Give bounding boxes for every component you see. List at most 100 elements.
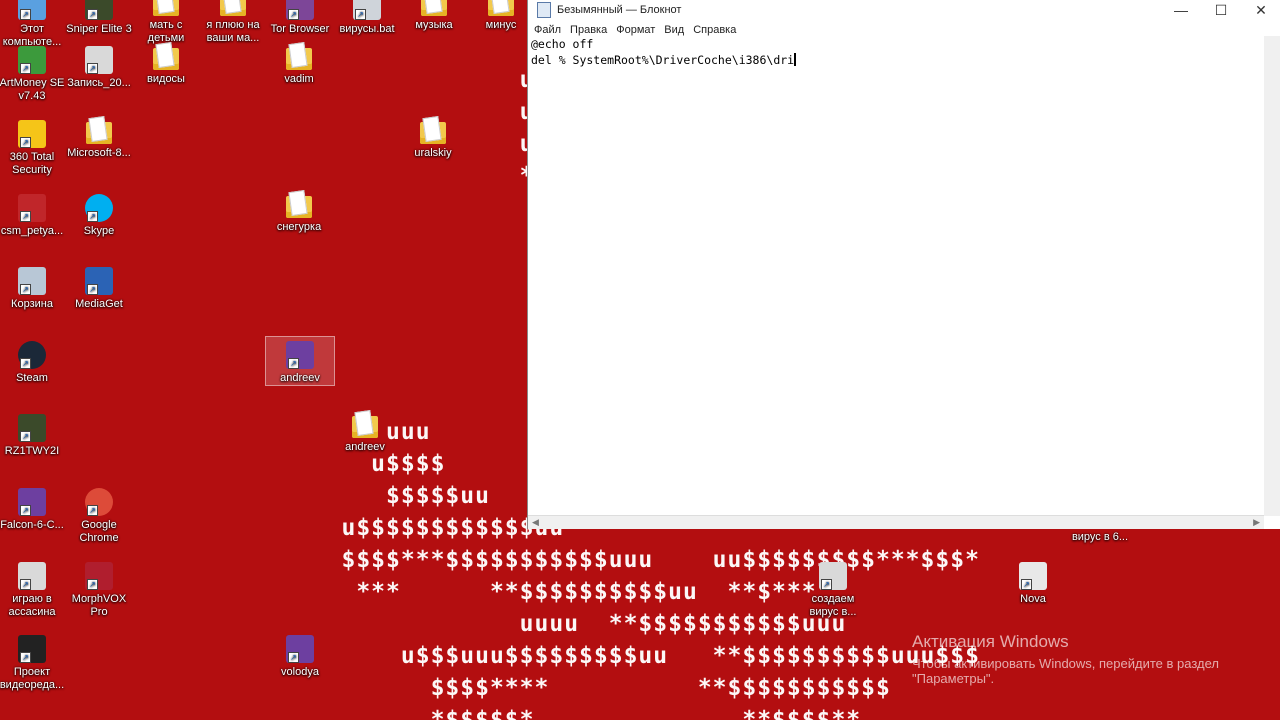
desktop-icon-minus[interactable]: минус xyxy=(467,0,535,32)
desktop-icon-mediaget[interactable]: ↗ MediaGet xyxy=(65,263,133,311)
bat-file-icon: ↗ xyxy=(353,0,381,20)
desktop-icon-label: Google Chrome xyxy=(79,519,119,544)
desktop-icon-label: volodya xyxy=(281,666,319,678)
desktop-icon-sniper[interactable]: ↗ Sniper Elite 3 xyxy=(65,0,133,36)
game-icon: ↗ xyxy=(85,0,113,20)
desktop-icon-snegurka[interactable]: снегурка xyxy=(265,190,333,234)
notepad-window[interactable]: Безымянный — Блокнот — ☐ ✕ Файл Правка Ф… xyxy=(527,0,1280,529)
desktop-icon-tor[interactable]: ↗ Tor Browser xyxy=(266,0,334,36)
text-line-1: @echo off xyxy=(531,37,594,51)
notepad-title: Безымянный — Блокнот xyxy=(557,4,682,16)
shortcut-arrow-icon: ↗ xyxy=(20,505,31,516)
desktop-icon-label: csm_petya... xyxy=(0,225,64,237)
desktop-icon-zapis[interactable]: ↗ Запись_20... xyxy=(65,42,133,90)
desktop-icon-csm[interactable]: ↗ csm_petya... xyxy=(0,190,66,238)
vertical-scrollbar[interactable] xyxy=(1264,36,1280,516)
desktop-icon-label: минус xyxy=(485,19,517,31)
desktop-icon-skype[interactable]: ↗ Skype xyxy=(65,190,133,238)
notepad-title-bar[interactable]: Безымянный — Блокнот — ☐ ✕ xyxy=(528,0,1280,20)
shortcut-arrow-icon: ↗ xyxy=(288,9,299,20)
desktop-icon-andreev-folder[interactable]: andreev xyxy=(331,410,399,454)
desktop-icon-proekt[interactable]: ↗ Проект видеореда... xyxy=(0,631,66,692)
desktop-icon-label: Sniper Elite 3 xyxy=(66,23,132,35)
desktop-icon-label: vadim xyxy=(284,73,314,85)
desktop-icon-label: Steam xyxy=(16,372,48,384)
activation-watermark: Активация Windows Чтобы активировать Win… xyxy=(912,632,1280,686)
desktop-icon-nova[interactable]: ↗ Nova xyxy=(999,558,1067,606)
notepad-text-area[interactable]: @echo off del % SystemRoot%\DriverCoche\i… xyxy=(531,36,1263,516)
desktop-icon-label: Skype xyxy=(83,225,115,237)
shortcut-arrow-icon: ↗ xyxy=(87,9,98,20)
shortcut-arrow-icon: ↗ xyxy=(87,505,98,516)
nova-icon: ↗ xyxy=(1019,562,1047,590)
shortcut-arrow-icon: ↗ xyxy=(355,9,366,20)
desktop-icon-igrayu[interactable]: ↗ играю в ассасина xyxy=(0,558,66,619)
desktop-icon-label: andreev xyxy=(280,372,320,384)
folder-icon xyxy=(286,48,312,70)
maximize-icon[interactable]: ☐ xyxy=(1201,2,1241,19)
desktop-icon-label: Проект видеореда... xyxy=(0,666,65,691)
desktop-icon-falcon[interactable]: ↗ Falcon-6-C... xyxy=(0,484,66,532)
game-icon: ↗ xyxy=(18,414,46,442)
archive-icon: ↗ xyxy=(286,341,314,369)
folder-icon xyxy=(286,196,312,218)
desktop-icon-artmoney[interactable]: ↗ ArtMoney SE v7.43 xyxy=(0,42,66,103)
artmoney-icon: ↗ xyxy=(18,46,46,74)
text-line-2: del % SystemRoot%\DriverCoche\i386\dri xyxy=(531,52,1263,68)
archive-icon: ↗ xyxy=(286,635,314,663)
minimize-icon[interactable]: — xyxy=(1161,2,1201,18)
desktop-icon-label: создаем вирус в... xyxy=(809,593,857,618)
desktop-icon-label: MorphVOX Pro xyxy=(71,593,127,618)
desktop-icon-label: Microsoft-8... xyxy=(67,147,131,159)
video-file-icon: ↗ xyxy=(85,46,113,74)
desktop-icon-vadim[interactable]: vadim xyxy=(265,42,333,86)
desktop-icon-label: видосы xyxy=(147,73,185,85)
desktop-icon-morphvox[interactable]: ↗ MorphVOX Pro xyxy=(65,558,133,619)
desktop-icon-korzina[interactable]: ↗ Корзина xyxy=(0,263,66,311)
scroll-left-icon[interactable]: ◀ xyxy=(532,516,539,529)
shortcut-arrow-icon: ↗ xyxy=(87,284,98,295)
tor-icon: ↗ xyxy=(286,0,314,20)
desktop-icon-microsoft[interactable]: Microsoft-8... xyxy=(65,116,133,160)
desktop-icon-rz1[interactable]: ↗ RZ1TWY2I xyxy=(0,410,66,458)
desktop-icon-label: Nova xyxy=(1020,593,1046,605)
desktop-icon-andreev-rar[interactable]: ↗ andreev xyxy=(265,336,335,386)
desktop-icon-label: uralskiy xyxy=(414,147,452,159)
desktop-icon-steam[interactable]: ↗ Steam xyxy=(0,337,66,385)
folder-icon xyxy=(420,122,446,144)
watermark-title: Активация Windows xyxy=(912,632,1069,651)
desktop-icon-mat[interactable]: мать с детьми xyxy=(132,0,200,45)
notepad-app-icon xyxy=(537,2,551,18)
desktop-icon-chrome[interactable]: ↗ Google Chrome xyxy=(65,484,133,545)
desktop-icon-vidosy[interactable]: видосы xyxy=(132,42,200,86)
skull-icon: ↗ xyxy=(18,194,46,222)
scroll-right-icon[interactable]: ▶ xyxy=(1253,516,1260,529)
desktop-icon-uralskiy[interactable]: uralskiy xyxy=(399,116,467,160)
shortcut-arrow-icon: ↗ xyxy=(20,431,31,442)
mediaget-icon: ↗ xyxy=(85,267,113,295)
steam-icon: ↗ xyxy=(18,341,46,369)
desktop-icon-label: Корзина xyxy=(11,298,53,310)
folder-icon xyxy=(220,0,246,16)
monitor-icon: ↗ xyxy=(18,0,46,20)
shortcut-arrow-icon: ↗ xyxy=(87,579,98,590)
desktop-icon-label: музыка xyxy=(415,19,453,31)
close-icon[interactable]: ✕ xyxy=(1241,2,1280,19)
shortcut-arrow-icon: ↗ xyxy=(87,63,98,74)
folder-icon xyxy=(488,0,514,16)
video-editor-icon: ↗ xyxy=(18,635,46,663)
desktop-icon-plyu[interactable]: я плюю на ваши ма... xyxy=(199,0,267,45)
desktop-icon-label: MediaGet xyxy=(75,298,123,310)
desktop-icon-virusy-bat[interactable]: ↗ вирусы.bat xyxy=(333,0,401,36)
desktop-icon-sozdaem[interactable]: ↗ создаем вирус в... xyxy=(799,558,867,619)
folder-icon xyxy=(86,122,112,144)
shortcut-arrow-icon: ↗ xyxy=(288,652,299,663)
desktop-icon-volodya[interactable]: ↗ volodya xyxy=(266,631,334,679)
shortcut-arrow-icon: ↗ xyxy=(20,652,31,663)
desktop-icon-muzyka[interactable]: музыка xyxy=(400,0,468,32)
horizontal-scrollbar[interactable]: ◀ ▶ xyxy=(528,515,1264,529)
shortcut-arrow-icon: ↗ xyxy=(20,284,31,295)
shortcut-arrow-icon: ↗ xyxy=(20,211,31,222)
morphvox-icon: ↗ xyxy=(85,562,113,590)
desktop-icon-360[interactable]: ↗ 360 Total Security xyxy=(0,116,66,177)
